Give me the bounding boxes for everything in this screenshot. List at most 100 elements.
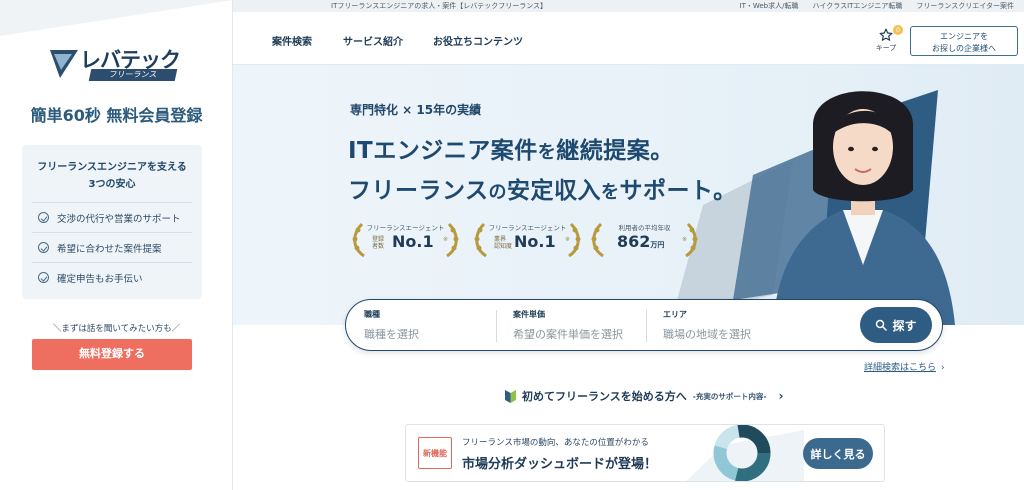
banner-title: 市場分析ダッシュボードが登場！ bbox=[462, 457, 658, 472]
hero-headline-1: ITエンジニア案件を継続提案。 bbox=[348, 131, 674, 165]
award-side-2: 認知度 bbox=[494, 243, 513, 250]
award-average-income: 利用者の平均年収 862万円 ※ bbox=[587, 220, 702, 260]
award-side-1: 業界 bbox=[494, 236, 507, 243]
benefit-label: 確定申告もお手伝い bbox=[57, 273, 143, 285]
utility-links: IT・Web求人/転職 ハイクラスITエンジニア転職 フリーランスクリエイター案… bbox=[740, 1, 1014, 11]
area-select[interactable]: エリア 職場の地域を選択 bbox=[663, 309, 843, 343]
advanced-search-link[interactable]: 詳細検索はこちら › bbox=[864, 360, 945, 373]
benefits-box: フリーランスエンジニアを支える 3つの安心 交渉の代行や営業のサポート 希望に合… bbox=[22, 145, 202, 299]
check-circle-icon bbox=[38, 212, 49, 223]
star-icon bbox=[879, 28, 893, 41]
award-side-label: 登録 者数 bbox=[372, 236, 384, 250]
utility-link-it-web-jobs[interactable]: IT・Web求人/転職 bbox=[740, 1, 799, 11]
award-note: ※ bbox=[565, 236, 571, 243]
utility-link-highclass-jobs[interactable]: ハイクラスITエンジニア転職 bbox=[812, 1, 902, 11]
award-value-number: No.1 bbox=[514, 232, 556, 251]
search-button[interactable]: 探す bbox=[860, 307, 932, 343]
hero-subtitle: 専門特化 × 15年の実績 bbox=[350, 103, 482, 117]
keep-count-badge: 0 bbox=[893, 25, 903, 35]
unit-price-select[interactable]: 案件単価 希望の案件単価を選択 bbox=[513, 309, 653, 343]
hero-headline-2e: サポート。 bbox=[619, 178, 737, 204]
signup-heading: 簡単60秒 無料会員登録 bbox=[30, 106, 203, 125]
beginner-guide-link[interactable]: 初めてフリーランスを始める方へ -充実のサポート内容- › bbox=[505, 388, 783, 404]
award-value-number: No.1 bbox=[392, 232, 434, 251]
sidebar-top-decoration bbox=[0, 0, 232, 36]
hero-section: 専門特化 × 15年の実績 ITエンジニア案件を継続提案。 フリーランスの安定収… bbox=[233, 65, 1024, 325]
market-dashboard-banner[interactable]: 新機能 フリーランス市場の動向、あなたの位置がわかる 市場分析ダッシュボードが登… bbox=[405, 424, 885, 482]
free-signup-button[interactable]: 無料登録する bbox=[32, 339, 192, 370]
award-note: ※ bbox=[443, 236, 449, 243]
award-registrations: フリーランスエージェント 登録 者数 No.1 ※ bbox=[348, 220, 463, 260]
hero-headline-1b: を bbox=[537, 142, 557, 163]
award-side-1: 登録 bbox=[372, 236, 385, 243]
award-top-label: フリーランスエージェント bbox=[488, 224, 567, 232]
keep-button[interactable]: 0 キープ bbox=[871, 25, 903, 53]
for-companies-line2: お探しの企業様へ bbox=[932, 43, 996, 53]
area-placeholder: 職場の地域を選択 bbox=[663, 328, 751, 341]
job-search-bar: 職種 職種を選択 案件単価 希望の案件単価を選択 エリア 職場の地域を選択 探す bbox=[345, 299, 943, 351]
beginner-guide-sub: -充実のサポート内容- bbox=[692, 391, 767, 401]
utility-bar: ITフリーランスエンジニアの求人・案件【レバテックフリーランス】 IT・Web求… bbox=[233, 0, 1024, 12]
hero-person-image bbox=[773, 91, 955, 325]
nav-useful-content[interactable]: お役立ちコンテンツ bbox=[433, 33, 523, 48]
award-value-number: 862 bbox=[617, 232, 651, 251]
chevron-right-icon: › bbox=[778, 389, 784, 403]
search-button-label: 探す bbox=[892, 318, 917, 333]
benefit-label: 交渉の代行や営業のサポート bbox=[57, 213, 181, 225]
unit-price-label: 案件単価 bbox=[513, 310, 545, 319]
for-companies-button[interactable]: エンジニアを お探しの企業様へ bbox=[910, 26, 1018, 56]
benefit-label: 希望に合わせた案件提案 bbox=[57, 243, 162, 255]
benefits-title-line2: 3つの安心 bbox=[88, 179, 136, 190]
nav-service-intro[interactable]: サービス紹介 bbox=[343, 33, 403, 48]
site-tagline: ITフリーランスエンジニアの求人・案件【レバテックフリーランス】 bbox=[331, 2, 548, 10]
main-header: 案件検索 サービス紹介 お役立ちコンテンツ 0 キープ エンジニアを お探しの企… bbox=[233, 12, 1024, 65]
award-top-label: フリーランスエージェント bbox=[366, 224, 445, 232]
signup-sidebar: レバテック フリーランス 簡単60秒 無料会員登録 フリーランスエンジニアを支え… bbox=[0, 0, 233, 490]
job-type-select[interactable]: 職種 職種を選択 bbox=[364, 309, 494, 343]
job-type-label: 職種 bbox=[364, 310, 380, 319]
check-circle-icon bbox=[38, 242, 49, 253]
benefit-item: 希望に合わせた案件提案 bbox=[32, 232, 192, 262]
beginner-mark-icon bbox=[505, 389, 516, 403]
brand-logo[interactable]: レバテック フリーランス bbox=[50, 44, 181, 82]
award-side-2: 者数 bbox=[372, 243, 385, 250]
hero-headline-1c: 継続提案。 bbox=[556, 138, 674, 164]
keep-label: キープ bbox=[875, 44, 897, 52]
logo-mark-icon bbox=[50, 50, 78, 78]
advanced-search-label: 詳細検索はこちら bbox=[864, 363, 937, 373]
benefits-title-line1: フリーランスエンジニアを支える bbox=[37, 162, 187, 173]
pre-cta-text: ＼まずは話を聞いてみたい方も／ bbox=[52, 324, 181, 334]
award-value: 862万円 bbox=[617, 232, 664, 251]
hero-headline-2: フリーランスの安定収入をサポート。 bbox=[348, 171, 737, 205]
area-label: エリア bbox=[663, 310, 687, 319]
hero-headline-2d: を bbox=[601, 182, 620, 203]
hero-headline-2b: の bbox=[488, 182, 508, 203]
hero-headline-2c: 安定収入 bbox=[507, 178, 602, 204]
award-recognition: フリーランスエージェント 業界 認知度 No.1 ※ bbox=[470, 220, 585, 260]
award-value-unit: 万円 bbox=[650, 241, 665, 249]
award-note: ※ bbox=[682, 236, 688, 243]
search-divider bbox=[646, 310, 647, 342]
banner-subtitle: フリーランス市場の動向、あなたの位置がわかる bbox=[462, 438, 649, 448]
hero-headline-2a: フリーランス bbox=[348, 178, 489, 204]
chevron-right-icon: › bbox=[941, 363, 945, 373]
beginner-guide-label: 初めてフリーランスを始める方へ bbox=[522, 390, 687, 403]
award-value: No.1 bbox=[514, 232, 556, 251]
search-icon bbox=[876, 319, 888, 331]
benefit-item: 確定申告もお手伝い bbox=[32, 262, 192, 292]
award-value: No.1 bbox=[392, 232, 434, 251]
job-type-placeholder: 職種を選択 bbox=[364, 328, 419, 341]
check-circle-icon bbox=[38, 272, 49, 283]
search-divider bbox=[496, 310, 497, 342]
for-companies-line1: エンジニアを bbox=[940, 31, 988, 41]
learn-more-button[interactable]: 詳しく見る bbox=[803, 438, 873, 469]
hero-headline-1a: ITエンジニア案件 bbox=[348, 138, 538, 164]
unit-price-placeholder: 希望の案件単価を選択 bbox=[513, 328, 623, 341]
benefits-title: フリーランスエンジニアを支える 3つの安心 bbox=[22, 159, 202, 193]
award-side-label: 業界 認知度 bbox=[494, 236, 512, 250]
new-feature-badge: 新機能 bbox=[418, 437, 452, 469]
nav-job-search[interactable]: 案件検索 bbox=[272, 33, 312, 48]
award-top-label: 利用者の平均年収 bbox=[618, 224, 671, 232]
utility-link-creator-jobs[interactable]: フリーランスクリエイター案件 bbox=[916, 1, 1014, 11]
benefit-item: 交渉の代行や営業のサポート bbox=[32, 202, 192, 232]
